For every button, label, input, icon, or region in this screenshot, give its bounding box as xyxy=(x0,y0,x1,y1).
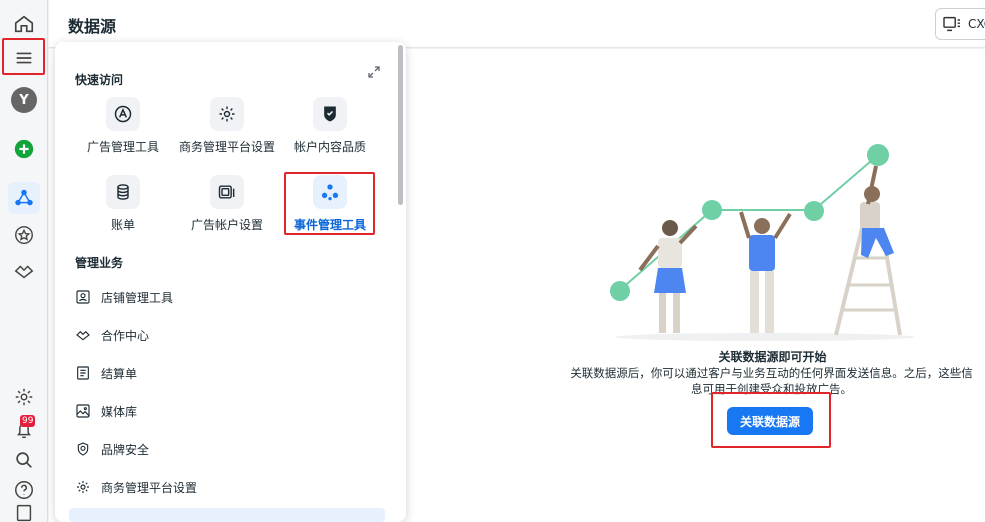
empty-state-title: 关联数据源即可开始 xyxy=(718,350,827,364)
events-manager-nav-icon[interactable] xyxy=(8,182,40,214)
list-item-partial[interactable] xyxy=(69,508,385,522)
tile-account-quality[interactable]: 帐户内容品质 xyxy=(278,97,382,155)
account-switcher[interactable]: CXC xyxy=(935,8,985,40)
tile-label: 广告帐户设置 xyxy=(190,218,263,232)
billing-icon xyxy=(106,175,140,209)
left-nav-rail: Y 99 xyxy=(0,0,48,522)
shop-icon xyxy=(76,290,90,304)
avatar-initial: Y xyxy=(11,87,37,113)
brand-safety-icon xyxy=(77,442,89,456)
tile-label: 账单 xyxy=(110,218,135,232)
menu-icon[interactable] xyxy=(8,42,40,74)
list-item-brand-safety[interactable]: 品牌安全 xyxy=(75,436,375,462)
help-icon[interactable] xyxy=(8,474,40,506)
tile-ads-manager[interactable]: 广告管理工具 xyxy=(71,97,175,155)
create-plus-icon[interactable] xyxy=(8,133,40,165)
gear-icon xyxy=(210,97,244,131)
list-item-label: 合作中心 xyxy=(101,328,150,343)
top-bar: 数据源 CXC xyxy=(49,0,985,48)
list-item-label: 媒体库 xyxy=(101,404,138,419)
events-manager-icon xyxy=(313,175,347,209)
tile-label: 帐户内容品质 xyxy=(293,140,366,154)
ad-account-settings-icon xyxy=(210,175,244,209)
list-item-statements[interactable]: 结算单 xyxy=(75,360,375,386)
connect-data-source-button[interactable]: 关联数据源 xyxy=(727,407,813,435)
account-icon xyxy=(943,16,960,32)
tile-ad-account-settings[interactable]: 广告帐户设置 xyxy=(175,175,279,233)
quick-access-title: 快速访问 xyxy=(75,73,124,87)
tile-business-settings[interactable]: 商务管理平台设置 xyxy=(175,97,279,155)
list-item-media-library[interactable]: 媒体库 xyxy=(75,398,375,424)
list-item-label: 品牌安全 xyxy=(101,442,150,457)
shield-icon xyxy=(313,97,347,131)
list-item-label: 结算单 xyxy=(101,366,138,381)
gear-icon xyxy=(77,481,89,493)
data-source-illustration xyxy=(610,144,915,341)
tile-events-manager[interactable]: 事件管理工具 xyxy=(278,175,382,233)
empty-state-description: 关联数据源后，你可以通过客户与业务互动的任何界面发送信息。之后，这些信 息可用于… xyxy=(558,365,985,397)
list-item-collab-center[interactable]: 合作中心 xyxy=(75,322,375,348)
tile-label: 广告管理工具 xyxy=(86,140,159,154)
report-icon[interactable] xyxy=(8,504,40,522)
media-icon xyxy=(76,404,90,418)
list-item-label: 商务管理平台设置 xyxy=(101,480,198,495)
home-icon[interactable] xyxy=(8,8,40,40)
notifications-bell-icon[interactable]: 99 xyxy=(8,414,40,446)
tile-billing[interactable]: 账单 xyxy=(71,175,175,233)
panel-scrollbar[interactable] xyxy=(398,45,403,205)
expand-icon[interactable] xyxy=(368,66,380,78)
quick-access-panel: 快速访问 广告管理工具 商务管理平台设置 帐户内容品质 账单 广告帐户设置 事件… xyxy=(55,42,406,522)
list-item-shops[interactable]: 店铺管理工具 xyxy=(75,284,375,310)
list-item-business-settings[interactable]: 商务管理平台设置 xyxy=(75,474,375,500)
settings-gear-icon[interactable] xyxy=(8,381,40,413)
ads-manager-icon xyxy=(106,97,140,131)
tile-label: 事件管理工具 xyxy=(293,218,366,232)
account-label: CXC xyxy=(968,17,985,31)
statement-icon xyxy=(77,366,89,380)
empty-state-description-line2: 息可用于创建受众和投放广告。 xyxy=(691,382,852,396)
star-icon[interactable] xyxy=(8,219,40,251)
handshake-icon xyxy=(76,330,90,341)
empty-state-description-line1: 关联数据源后，你可以通过客户与业务互动的任何界面发送信息。之后，这些信 xyxy=(570,366,973,380)
search-icon[interactable] xyxy=(8,444,40,476)
page-title: 数据源 xyxy=(68,17,117,36)
avatar[interactable]: Y xyxy=(8,84,40,116)
tile-label: 商务管理平台设置 xyxy=(178,140,275,154)
manage-business-title: 管理业务 xyxy=(75,256,124,270)
handshake-nav-icon[interactable] xyxy=(8,255,40,287)
list-item-label: 店铺管理工具 xyxy=(101,290,174,305)
notification-badge: 99 xyxy=(20,415,36,427)
